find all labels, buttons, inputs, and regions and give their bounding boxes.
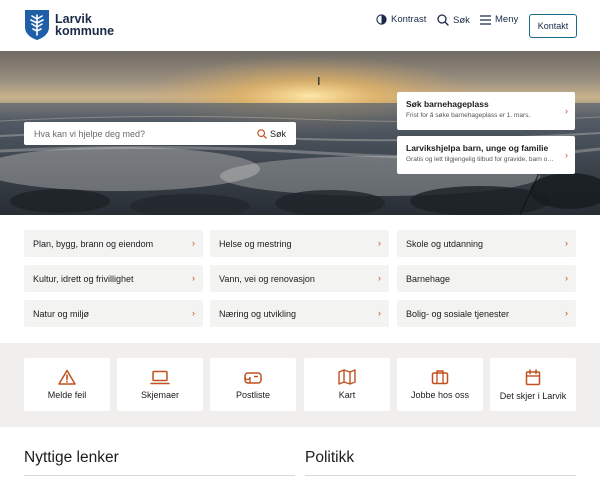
useful-links-heading: Nyttige lenker: [24, 449, 119, 466]
quick-link-label: Skjemaer: [140, 389, 179, 400]
header-search-label: Søk: [453, 14, 470, 26]
promo-title: Søk barnehageplass: [406, 99, 489, 109]
hero-search: Søk: [24, 122, 296, 145]
contrast-toggle[interactable]: Kontrast: [376, 14, 426, 25]
search-icon: [257, 128, 267, 139]
quick-link-label: Postliste: [235, 389, 270, 400]
chevron-right-icon: ›: [565, 308, 568, 318]
larvik-logo[interactable]: Larvik kommune: [24, 9, 114, 41]
shield-logo-icon: [25, 10, 49, 40]
quick-link-label: Det skjer i Larvik: [499, 390, 567, 401]
hero-banner: Søk Søk barnehageplass Frist for å søke …: [0, 51, 600, 215]
chevron-right-icon: ›: [192, 238, 195, 248]
laptop-icon: [150, 370, 170, 384]
politics-heading: Politikk: [305, 449, 355, 466]
divider: [305, 475, 576, 476]
hero-search-input[interactable]: [24, 122, 257, 145]
quick-links-band: Melde feil Skjemaer Postliste Kart Jobbe…: [0, 343, 600, 427]
category-natur[interactable]: Natur og miljø ›: [24, 300, 203, 327]
quick-link-jobbe[interactable]: Jobbe hos oss: [397, 358, 483, 411]
map-icon: [338, 369, 356, 385]
promo-card-kindergarten[interactable]: Søk barnehageplass Frist for å søke barn…: [397, 92, 575, 130]
quick-link-melde-feil[interactable]: Melde feil: [24, 358, 110, 411]
hamburger-icon: [480, 14, 491, 25]
promo-subtitle: Gratis og lett tilgjengelig tilbud for g…: [406, 156, 557, 163]
chevron-right-icon: ›: [378, 308, 381, 318]
category-helse[interactable]: Helse og mestring ›: [210, 230, 389, 257]
hero-search-button-label: Søk: [269, 128, 286, 139]
quick-link-label: Melde feil: [47, 390, 87, 400]
calendar-icon: [525, 368, 541, 385]
category-plan-bygg[interactable]: Plan, bygg, brann og eiendom ›: [24, 230, 203, 257]
category-label: Barnehage: [406, 273, 451, 284]
category-barnehage[interactable]: Barnehage ›: [397, 265, 576, 292]
divider: [24, 475, 295, 476]
category-label: Vann, vei og renovasjon: [219, 273, 315, 284]
chevron-right-icon: ›: [565, 150, 568, 160]
menu-button[interactable]: Meny: [480, 14, 518, 25]
category-bolig[interactable]: Bolig- og sosiale tjenester ›: [397, 300, 576, 327]
quick-link-postliste[interactable]: Postliste: [210, 358, 296, 411]
search-icon: [437, 14, 449, 26]
category-label: Helse og mestring: [219, 238, 292, 249]
promo-subtitle: Frist for å søke barnehageplass er 1. ma…: [406, 112, 531, 119]
chevron-right-icon: ›: [192, 308, 195, 318]
menu-label: Meny: [495, 14, 519, 25]
header-search-button[interactable]: Søk: [437, 14, 470, 26]
quick-link-label: Kart: [338, 390, 356, 400]
category-label: Natur og miljø: [33, 308, 90, 319]
site-header: Larvik kommune Kontrast Søk Meny Kontakt: [0, 0, 600, 51]
hero-search-button[interactable]: Søk: [257, 129, 296, 139]
contrast-label: Kontrast: [391, 14, 427, 25]
mailbox-icon: [244, 371, 262, 384]
category-label: Næring og utvikling: [219, 308, 297, 319]
category-label: Skole og utdanning: [406, 238, 484, 249]
quick-link-kart[interactable]: Kart: [304, 358, 390, 411]
chevron-right-icon: ›: [378, 238, 381, 248]
category-vann[interactable]: Vann, vei og renovasjon ›: [210, 265, 389, 292]
quick-link-skjemaer[interactable]: Skjemaer: [117, 358, 203, 411]
category-label: Bolig- og sosiale tjenester: [406, 308, 510, 319]
promo-title: Larvikshjelpa barn, unge og familie: [406, 143, 549, 153]
category-kultur[interactable]: Kultur, idrett og frivillighet ›: [24, 265, 203, 292]
promo-card-larvikshjelpa[interactable]: Larvikshjelpa barn, unge og familie Grat…: [397, 136, 575, 174]
category-naering[interactable]: Næring og utvikling ›: [210, 300, 389, 327]
category-label: Plan, bygg, brann og eiendom: [33, 238, 154, 249]
chevron-right-icon: ›: [565, 273, 568, 283]
contact-button[interactable]: Kontakt: [529, 14, 577, 38]
briefcase-icon: [431, 370, 449, 385]
chevron-right-icon: ›: [565, 106, 568, 116]
chevron-right-icon: ›: [192, 273, 195, 283]
chevron-right-icon: ›: [565, 238, 568, 248]
logo-text-line2: kommune: [55, 24, 115, 38]
quick-link-label: Jobbe hos oss: [410, 390, 470, 400]
category-skole[interactable]: Skole og utdanning ›: [397, 230, 576, 257]
quick-link-det-skjer[interactable]: Det skjer i Larvik: [490, 358, 576, 411]
chevron-right-icon: ›: [378, 273, 381, 283]
contrast-icon: [376, 14, 387, 25]
warning-icon: [58, 369, 76, 385]
category-label: Kultur, idrett og frivillighet: [33, 273, 134, 284]
